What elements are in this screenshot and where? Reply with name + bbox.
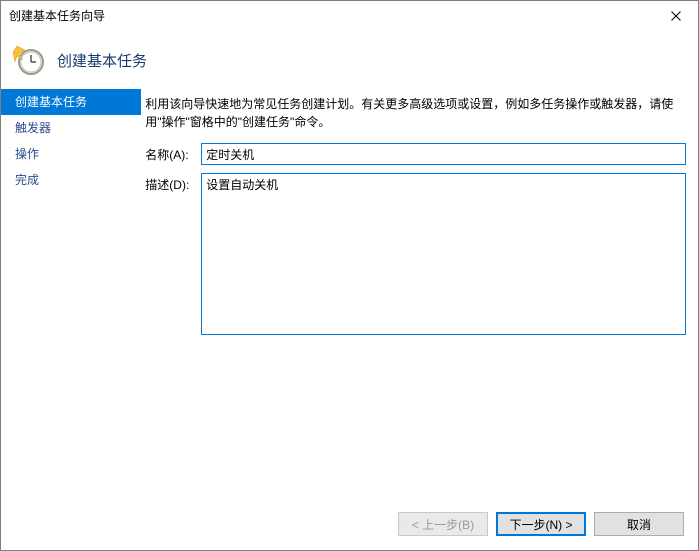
wizard-main: 创建基本任务 触发器 操作 完成 利用该向导快速地为常见任务创建计划。有关更多高… xyxy=(1,89,698,498)
name-row: 名称(A): xyxy=(145,143,686,165)
next-button[interactable]: 下一步(N) > xyxy=(496,512,586,536)
description-textarea[interactable] xyxy=(201,173,686,335)
wizard-steps-sidebar: 创建基本任务 触发器 操作 完成 xyxy=(1,89,141,498)
name-input[interactable] xyxy=(201,143,686,165)
titlebar: 创建基本任务向导 xyxy=(1,1,698,31)
step-trigger[interactable]: 触发器 xyxy=(1,115,141,141)
window-title: 创建基本任务向导 xyxy=(9,1,105,31)
description-row: 描述(D): xyxy=(145,173,686,335)
cancel-button[interactable]: 取消 xyxy=(594,512,684,536)
wizard-window: 创建基本任务向导 创建基本任务 创建基本任务 触发器 操作 完成 xyxy=(0,0,699,551)
step-action[interactable]: 操作 xyxy=(1,141,141,167)
description-label: 描述(D): xyxy=(145,173,201,193)
wizard-content: 利用该向导快速地为常见任务创建计划。有关更多高级选项或设置，例如多任务操作或触发… xyxy=(141,89,698,498)
close-button[interactable] xyxy=(654,2,698,31)
step-create-basic-task[interactable]: 创建基本任务 xyxy=(1,89,141,115)
back-button: < 上一步(B) xyxy=(398,512,488,536)
wizard-footer: < 上一步(B) 下一步(N) > 取消 xyxy=(1,498,698,550)
close-icon xyxy=(671,11,681,21)
name-label: 名称(A): xyxy=(145,143,201,163)
task-scheduler-icon xyxy=(13,44,47,76)
instruction-text: 利用该向导快速地为常见任务创建计划。有关更多高级选项或设置，例如多任务操作或触发… xyxy=(145,95,686,131)
wizard-header: 创建基本任务 xyxy=(1,31,698,89)
step-finish[interactable]: 完成 xyxy=(1,167,141,193)
wizard-heading: 创建基本任务 xyxy=(57,50,147,71)
